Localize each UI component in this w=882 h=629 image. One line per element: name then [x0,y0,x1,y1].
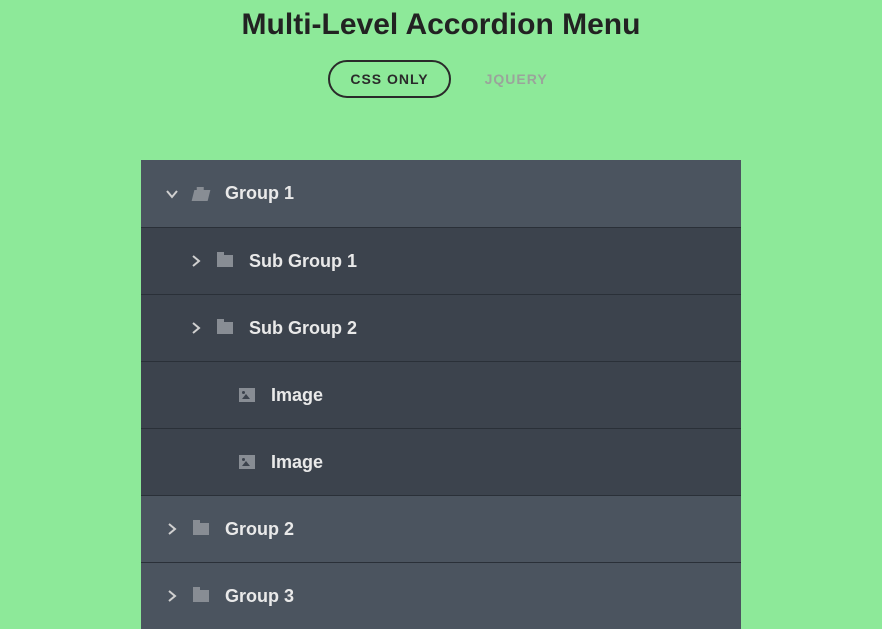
chevron-right-icon [165,589,179,603]
group-label: Group 2 [225,519,717,540]
tab-jquery[interactable]: JQUERY [479,62,554,96]
chevron-right-icon [165,522,179,536]
group-3[interactable]: Group 3 [141,562,741,629]
group-label: Group 3 [225,586,717,607]
tab-bar: CSS ONLY JQUERY [0,60,882,98]
group-label: Sub Group 2 [249,318,717,339]
image-icon [239,455,255,469]
sub-group-2[interactable]: Sub Group 2 [141,294,741,361]
folder-icon [193,523,209,535]
group-1[interactable]: Group 1 [141,160,741,227]
folder-icon [217,322,233,334]
item-label: Image [271,452,717,473]
tab-css-only[interactable]: CSS ONLY [328,60,450,98]
sub-group-1[interactable]: Sub Group 1 [141,227,741,294]
image-icon [239,388,255,402]
chevron-right-icon [189,321,203,335]
folder-open-icon [192,190,211,201]
image-item[interactable]: Image [141,428,741,495]
image-item[interactable]: Image [141,361,741,428]
chevron-right-icon [189,254,203,268]
chevron-down-icon [165,187,179,201]
item-label: Image [271,385,717,406]
page-title: Multi-Level Accordion Menu [0,0,882,42]
folder-icon [193,590,209,602]
group-label: Group 1 [225,183,717,204]
folder-icon [217,255,233,267]
group-2[interactable]: Group 2 [141,495,741,562]
accordion-menu: Group 1 Sub Group 1 Sub Group 2 Image Im… [141,160,741,629]
group-label: Sub Group 1 [249,251,717,272]
